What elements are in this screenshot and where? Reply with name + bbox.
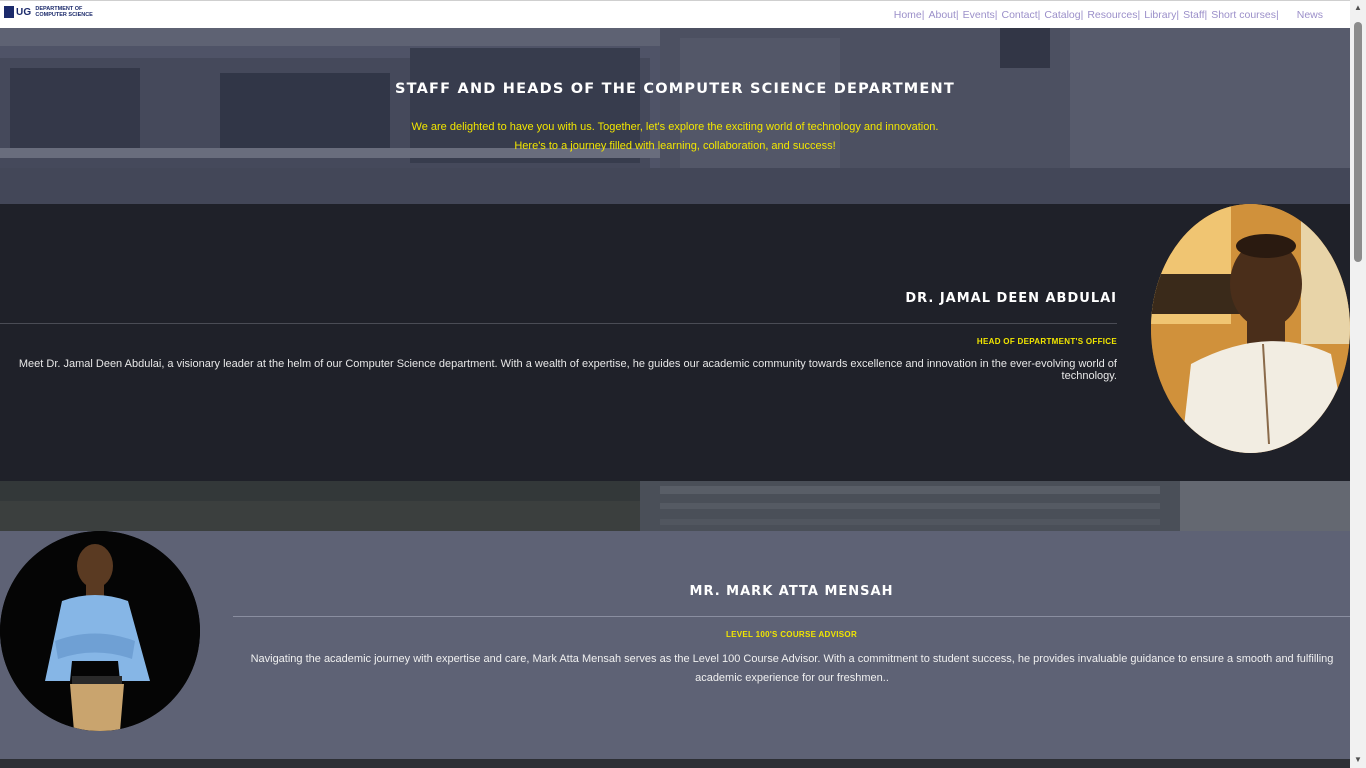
vertical-scrollbar[interactable]: ▲ ▼ [1350,0,1366,768]
hero-subtitle-line-2: Here's to a journey filled with learning… [514,140,836,152]
nav-library-link[interactable]: Library| [1144,9,1179,21]
hero-subtitle-line-1: We are delighted to have you with us. To… [411,121,939,133]
top-navigation-bar: UG DEPARTMENT OF COMPUTER SCIENCE Home| … [0,0,1350,28]
nav-short-courses-link[interactable]: Short courses| [1211,9,1279,21]
scrollbar-thumb[interactable] [1354,22,1362,262]
divider [0,323,1117,324]
hero-overlay [0,28,1350,204]
nav-events-link[interactable]: Events| [963,9,998,21]
nav-contact-link[interactable]: Contact| [1001,9,1040,21]
scroll-down-arrow-icon[interactable]: ▼ [1350,752,1366,768]
staff-card-course-advisor: MR. MARK ATTA MENSAH LEVEL 100'S COURSE … [0,531,1350,759]
next-section-edge [0,759,1350,768]
page-title: STAFF AND HEADS OF THE COMPUTER SCIENCE … [395,81,955,97]
nav-staff-link[interactable]: Staff| [1183,9,1207,21]
nav-resources-link[interactable]: Resources| [1087,9,1140,21]
staff-role: LEVEL 100'S COURSE ADVISOR [725,630,858,639]
nav-home-link[interactable]: Home| [894,9,925,21]
staff-description: Meet Dr. Jamal Deen Abdulai, a visionary… [18,358,1117,382]
divider [233,616,1350,617]
hero-banner: STAFF AND HEADS OF THE COMPUTER SCIENCE … [0,28,1350,204]
university-crest-icon [4,6,14,18]
strip-overlay [0,481,1350,531]
staff-card-head-of-department: DR. JAMAL DEEN ABDULAI HEAD OF DEPARTMEN… [0,204,1350,481]
staff-name: MR. MARK ATTA MENSAH [689,584,894,599]
main-nav: Home| About| Events| Contact| Catalog| R… [894,9,1323,21]
hero-subtitle: We are delighted to have you with us. To… [0,118,1350,156]
logo-text: DEPARTMENT OF COMPUTER SCIENCE [35,6,92,18]
nav-about-link[interactable]: About| [928,9,958,21]
staff-role: HEAD OF DEPARTMENT'S OFFICE [976,337,1117,346]
staff-photo [1151,204,1350,453]
logo-abbreviation: UG [16,6,32,18]
logo-line-2: COMPUTER SCIENCE [35,12,93,18]
staff-name: DR. JAMAL DEEN ABDULAI [905,291,1117,306]
nav-catalog-link[interactable]: Catalog| [1044,9,1083,21]
staff-description: Navigating the academic journey with exp… [250,653,1334,684]
decorative-image-strip [0,481,1350,531]
staff-photo [0,531,200,731]
scroll-up-arrow-icon[interactable]: ▲ [1350,0,1366,16]
department-logo[interactable]: UG DEPARTMENT OF COMPUTER SCIENCE [4,6,93,18]
nav-news-link[interactable]: News [1297,9,1323,21]
